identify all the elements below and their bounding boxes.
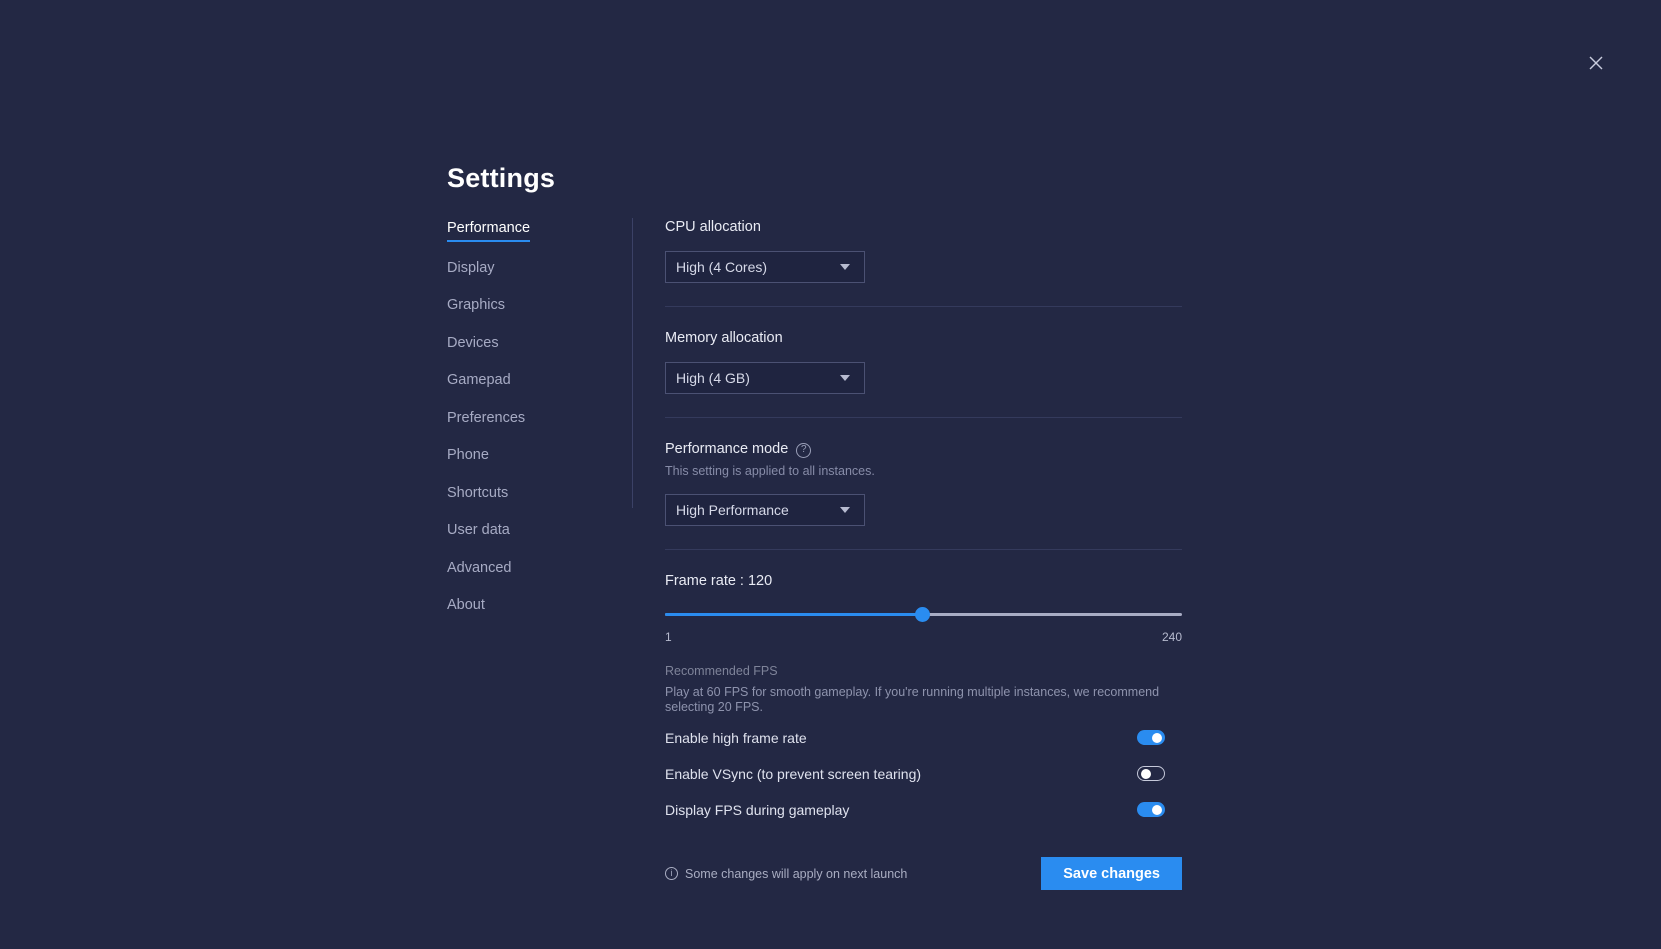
toggle-row-display-fps: Display FPS during gameplay <box>665 796 1165 823</box>
settings-footer: i Some changes will apply on next launch… <box>665 857 1182 890</box>
performance-mode-section: Performance mode? This setting is applie… <box>665 418 1182 526</box>
performance-mode-value: High Performance <box>676 502 789 518</box>
chevron-down-icon <box>840 264 850 270</box>
recommended-fps-title: Recommended FPS <box>665 663 1182 679</box>
sidebar-item-shortcuts[interactable]: Shortcuts <box>447 485 508 505</box>
toggle-label-vsync: Enable VSync (to prevent screen tearing) <box>665 766 921 782</box>
question-mark-circle-icon[interactable]: ? <box>796 443 811 458</box>
performance-mode-select[interactable]: High Performance <box>665 494 865 526</box>
sidebar-item-preferences[interactable]: Preferences <box>447 410 525 430</box>
slider-thumb[interactable] <box>915 607 930 622</box>
sidebar-item-about[interactable]: About <box>447 597 485 617</box>
chevron-down-icon <box>840 507 850 513</box>
performance-mode-description: This setting is applied to all instances… <box>665 463 1182 479</box>
memory-allocation-value: High (4 GB) <box>676 370 750 386</box>
sidebar-item-user-data[interactable]: User data <box>447 522 510 542</box>
frame-rate-label: Frame rate : 120 <box>665 572 1182 590</box>
settings-nav: Performance Display Graphics Devices Gam… <box>447 220 612 635</box>
toggle-row-high-frame-rate: Enable high frame rate <box>665 724 1165 751</box>
toggle-row-vsync: Enable VSync (to prevent screen tearing) <box>665 760 1165 787</box>
toggle-high-frame-rate[interactable] <box>1137 730 1165 745</box>
cpu-allocation-label: CPU allocation <box>665 218 1182 236</box>
toggle-label-high-frame-rate: Enable high frame rate <box>665 730 807 746</box>
cpu-allocation-value: High (4 Cores) <box>676 259 767 275</box>
toggle-knob <box>1141 769 1151 779</box>
page-title: Settings <box>447 163 555 194</box>
close-button[interactable] <box>1581 48 1611 78</box>
info-circle-icon: i <box>665 867 678 880</box>
slider-max-label: 240 <box>1162 630 1182 644</box>
close-icon <box>1588 55 1604 71</box>
toggle-display-fps[interactable] <box>1137 802 1165 817</box>
slider-min-label: 1 <box>665 630 672 644</box>
chevron-down-icon <box>840 375 850 381</box>
settings-content: CPU allocation High (4 Cores) Memory all… <box>665 218 1182 890</box>
sidebar-item-graphics[interactable]: Graphics <box>447 297 505 317</box>
sidebar-item-phone[interactable]: Phone <box>447 447 489 467</box>
sidebar-item-performance[interactable]: Performance <box>447 220 530 242</box>
recommended-fps-body: Play at 60 FPS for smooth gameplay. If y… <box>665 685 1165 715</box>
sidebar-item-devices[interactable]: Devices <box>447 335 499 355</box>
footer-note-text: Some changes will apply on next launch <box>685 867 907 881</box>
frame-rate-slider[interactable] <box>665 604 1182 626</box>
cpu-allocation-select[interactable]: High (4 Cores) <box>665 251 865 283</box>
slider-fill <box>665 613 922 616</box>
footer-note: i Some changes will apply on next launch <box>665 867 907 881</box>
toggle-knob <box>1152 733 1162 743</box>
sidebar-item-display[interactable]: Display <box>447 260 495 280</box>
performance-mode-label: Performance mode <box>665 441 788 457</box>
memory-allocation-section: Memory allocation High (4 GB) <box>665 307 1182 394</box>
sidebar-item-gamepad[interactable]: Gamepad <box>447 372 511 392</box>
memory-allocation-label: Memory allocation <box>665 329 1182 347</box>
toggle-vsync[interactable] <box>1137 766 1165 781</box>
save-changes-button[interactable]: Save changes <box>1041 857 1182 890</box>
toggle-knob <box>1152 805 1162 815</box>
slider-range-labels: 1 240 <box>665 630 1182 644</box>
cpu-allocation-section: CPU allocation High (4 Cores) <box>665 218 1182 283</box>
performance-mode-label-row: Performance mode? <box>665 440 1182 458</box>
memory-allocation-select[interactable]: High (4 GB) <box>665 362 865 394</box>
settings-window: Settings Performance Display Graphics De… <box>0 0 1661 949</box>
nav-content-divider <box>632 218 633 508</box>
frame-rate-section: Frame rate : 120 1 240 Recommended FPS P… <box>665 550 1182 890</box>
toggle-label-display-fps: Display FPS during gameplay <box>665 802 849 818</box>
sidebar-item-advanced[interactable]: Advanced <box>447 560 512 580</box>
